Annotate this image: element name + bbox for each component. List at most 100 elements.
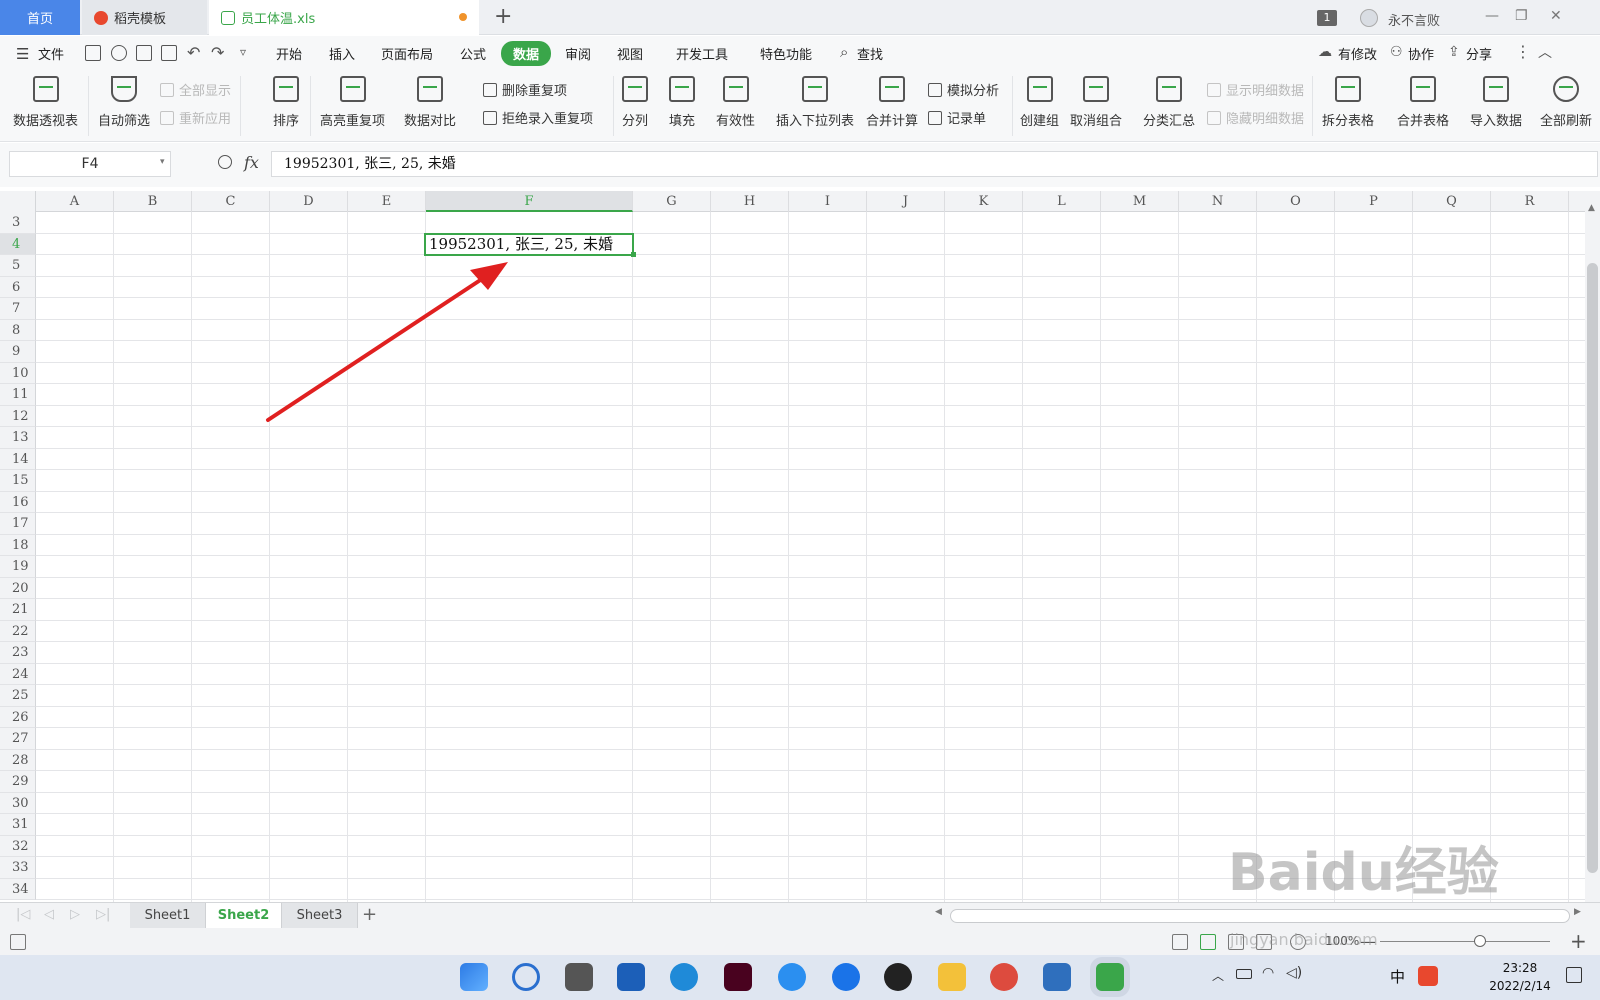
row-header-12[interactable]: 12 xyxy=(0,405,36,427)
ungroup-button[interactable]: 取消组合 xyxy=(1070,76,1122,129)
horizontal-scroll-thumb[interactable] xyxy=(950,909,1570,923)
row-header-21[interactable]: 21 xyxy=(0,599,36,621)
notification-icon[interactable] xyxy=(1566,967,1582,983)
row-header-26[interactable]: 26 xyxy=(0,706,36,728)
restore-icon[interactable]: ❐ xyxy=(1515,8,1528,24)
user-avatar[interactable] xyxy=(1360,9,1378,27)
menu-review[interactable]: 审阅 xyxy=(565,44,591,63)
vertical-scroll-thumb[interactable] xyxy=(1587,263,1598,873)
taskbar-clock[interactable]: 23:28 2022/2/14 xyxy=(1480,959,1560,995)
merge-table-button[interactable]: 合并表格 xyxy=(1397,76,1449,129)
insert-dropdown-button[interactable]: 插入下拉列表 xyxy=(776,76,854,129)
sogou-ime-icon[interactable] xyxy=(1418,966,1438,986)
page-layout-view-icon[interactable] xyxy=(1256,934,1272,950)
close-icon[interactable]: ✕ xyxy=(1550,8,1562,24)
wps-spreadsheet-taskbar-icon[interactable] xyxy=(1096,963,1124,991)
column-header-k[interactable]: K xyxy=(945,191,1023,212)
zoom-slider-knob[interactable] xyxy=(1474,935,1486,947)
vertical-scrollbar[interactable]: ▲ xyxy=(1585,191,1600,902)
sort-button[interactable]: 排序 xyxy=(273,76,299,129)
zoom-level[interactable]: 100% xyxy=(1325,934,1359,948)
add-sheet-button[interactable]: + xyxy=(362,904,377,925)
save-icon[interactable] xyxy=(85,45,101,61)
row-header-20[interactable]: 20 xyxy=(0,577,36,599)
menu-data[interactable]: 数据 xyxy=(501,41,552,66)
menu-special[interactable]: 特色功能 xyxy=(760,44,812,63)
qq-browser-icon[interactable] xyxy=(832,963,860,991)
fill-button[interactable]: 填充 xyxy=(669,76,695,129)
scroll-right-icon[interactable]: ▶ xyxy=(1574,907,1581,917)
data-compare-button[interactable]: 数据对比 xyxy=(404,76,456,129)
row-header-8[interactable]: 8 xyxy=(0,319,36,341)
menu-start[interactable]: 开始 xyxy=(276,44,302,63)
first-sheet-icon[interactable]: |◁ xyxy=(16,907,30,922)
print-preview-icon[interactable] xyxy=(161,45,177,61)
chrome-icon[interactable] xyxy=(990,963,1018,991)
minimize-icon[interactable]: — xyxy=(1485,8,1499,24)
zoom-formula-icon[interactable] xyxy=(218,155,232,169)
tab-template[interactable]: 稻壳模板 xyxy=(82,0,207,35)
row-header-19[interactable]: 19 xyxy=(0,556,36,578)
name-box[interactable]: F4 xyxy=(9,151,171,177)
row-header-13[interactable]: 13 xyxy=(0,427,36,449)
menu-formula[interactable]: 公式 xyxy=(460,44,486,63)
column-header-r[interactable]: R xyxy=(1491,191,1569,212)
row-header-9[interactable]: 9 xyxy=(0,341,36,363)
window-count-badge[interactable]: 1 xyxy=(1317,10,1337,26)
row-header-3[interactable]: 3 xyxy=(0,212,36,234)
menu-developer[interactable]: 开发工具 xyxy=(676,44,728,63)
pivot-table-button[interactable]: 数据透视表 xyxy=(13,76,78,129)
reject-duplicates-button[interactable]: 拒绝录入重复项 xyxy=(483,108,593,127)
tab-home[interactable]: 首页 xyxy=(0,0,80,35)
volume-icon[interactable]: ◁) xyxy=(1286,965,1302,981)
column-header-b[interactable]: B xyxy=(114,191,192,212)
highlight-duplicates-button[interactable]: 高亮重复项 xyxy=(320,76,385,129)
formula-input[interactable]: 19952301, 张三, 25, 未婚 xyxy=(271,151,1598,177)
qq-icon[interactable] xyxy=(884,963,912,991)
selected-cell-f4[interactable]: 19952301, 张三, 25, 未婚 xyxy=(424,232,634,256)
row-header-4[interactable]: 4 xyxy=(0,233,36,255)
wifi-icon[interactable]: ◠ xyxy=(1262,965,1274,981)
auto-filter-button[interactable]: 自动筛选 xyxy=(98,76,150,129)
column-header-m[interactable]: M xyxy=(1101,191,1179,212)
column-header-g[interactable]: G xyxy=(633,191,711,212)
data-validation-button[interactable]: 有效性 xyxy=(716,76,755,129)
worksheet-grid[interactable]: ABCDEFGHIJKLMNOPQR 3 4 5 6 7 8 9 10 11 12 13 14 15 16… xyxy=(0,191,1585,902)
column-header-n[interactable]: N xyxy=(1179,191,1257,212)
reapply-button[interactable]: 重新应用 xyxy=(160,108,231,127)
row-header-29[interactable]: 29 xyxy=(0,771,36,793)
column-header-c[interactable]: C xyxy=(192,191,270,212)
macro-record-icon[interactable] xyxy=(10,934,26,950)
remove-duplicates-button[interactable]: 删除重复项 xyxy=(483,80,567,99)
row-header-25[interactable]: 25 xyxy=(0,685,36,707)
row-header-10[interactable]: 10 xyxy=(0,362,36,384)
file-explorer-icon[interactable] xyxy=(938,963,966,991)
battery-icon[interactable] xyxy=(1236,969,1252,979)
menu-search[interactable]: 查找 xyxy=(857,44,883,63)
show-detail-button[interactable]: 显示明细数据 xyxy=(1207,80,1304,99)
row-header-27[interactable]: 27 xyxy=(0,728,36,750)
task-view-icon[interactable] xyxy=(565,963,593,991)
tab-spreadsheet-file[interactable]: 员工体温.xls xyxy=(209,0,479,35)
zoom-slider[interactable] xyxy=(1380,941,1550,942)
menu-file[interactable]: 文件 xyxy=(38,44,64,63)
row-header-11[interactable]: 11 xyxy=(0,384,36,406)
zoom-out-icon[interactable]: — xyxy=(1360,932,1376,951)
column-header-j[interactable]: J xyxy=(867,191,945,212)
hide-detail-button[interactable]: 隐藏明细数据 xyxy=(1207,108,1304,127)
column-header-d[interactable]: D xyxy=(270,191,348,212)
column-header-f[interactable]: F xyxy=(426,191,633,212)
row-header-24[interactable]: 24 xyxy=(0,663,36,685)
column-header-q[interactable]: Q xyxy=(1413,191,1491,212)
create-group-button[interactable]: 创建组 xyxy=(1020,76,1059,129)
indesign-icon[interactable] xyxy=(724,963,752,991)
column-header-l[interactable]: L xyxy=(1023,191,1101,212)
share-button[interactable]: 分享 xyxy=(1466,44,1492,63)
cowork-button[interactable]: 协作 xyxy=(1408,44,1434,63)
row-header-7[interactable]: 7 xyxy=(0,298,36,320)
name-box-dropdown-icon[interactable]: ▾ xyxy=(160,157,165,167)
subtotal-button[interactable]: 分类汇总 xyxy=(1143,76,1195,129)
edge-icon[interactable] xyxy=(670,963,698,991)
next-sheet-icon[interactable]: ▷ xyxy=(70,907,80,922)
what-if-button[interactable]: 模拟分析 xyxy=(928,80,999,99)
